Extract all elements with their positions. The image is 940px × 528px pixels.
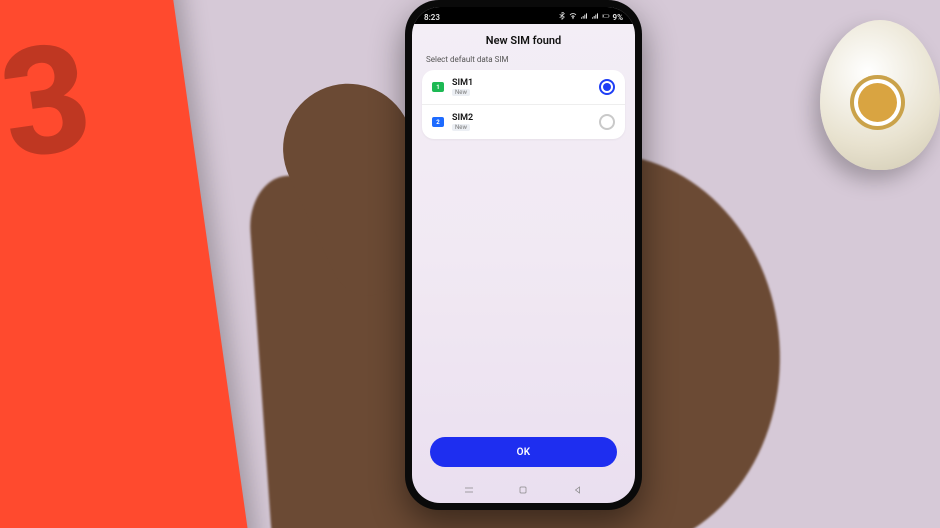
sim-slot-badge: 2 <box>432 117 444 127</box>
ok-button[interactable]: OK <box>430 437 617 467</box>
phone-frame: 8:23 9% New SIM found Select default dat… <box>405 0 642 510</box>
battery-text: 9% <box>613 13 623 22</box>
sim-options-card: 1 SIM1 New 2 SIM2 New <box>422 70 625 139</box>
camera-hole <box>521 14 527 20</box>
box-number-text: 13 <box>0 10 91 206</box>
product-box: 13 <box>0 0 249 528</box>
android-nav-bar <box>412 483 635 497</box>
sim-slot-badge: 1 <box>432 82 444 92</box>
sim-name: SIM2 <box>452 113 591 123</box>
sim-option-2[interactable]: 2 SIM2 New <box>422 104 625 139</box>
sim-option-1[interactable]: 1 SIM1 New <box>422 70 625 104</box>
sim-info: SIM2 New <box>452 113 591 131</box>
ok-button-label: OK <box>517 447 531 458</box>
radio-unselected-icon[interactable] <box>599 114 615 130</box>
signal-icon-2 <box>591 12 599 22</box>
phone-screen: 8:23 9% New SIM found Select default dat… <box>412 7 635 503</box>
radio-selected-icon[interactable] <box>599 79 615 95</box>
dialog-subtitle: Select default data SIM <box>412 55 635 70</box>
dialog-title: New SIM found <box>412 24 635 55</box>
wifi-icon <box>569 12 577 22</box>
bluetooth-icon <box>558 12 566 22</box>
status-time: 8:23 <box>424 13 440 22</box>
nav-back-icon[interactable] <box>571 483 585 497</box>
status-right-cluster: 9% <box>558 12 623 22</box>
battery-icon <box>602 12 610 22</box>
sim-new-tag: New <box>452 89 470 96</box>
clock-face <box>850 75 905 130</box>
sim-new-tag: New <box>452 124 470 131</box>
sim-info: SIM1 New <box>452 78 591 96</box>
decorative-egg-clock <box>820 20 940 170</box>
sim-name: SIM1 <box>452 78 591 88</box>
nav-home-icon[interactable] <box>516 483 530 497</box>
signal-icon <box>580 12 588 22</box>
nav-recents-icon[interactable] <box>462 483 476 497</box>
scene: 13 8:23 9% New SIM found Select default … <box>0 0 940 528</box>
